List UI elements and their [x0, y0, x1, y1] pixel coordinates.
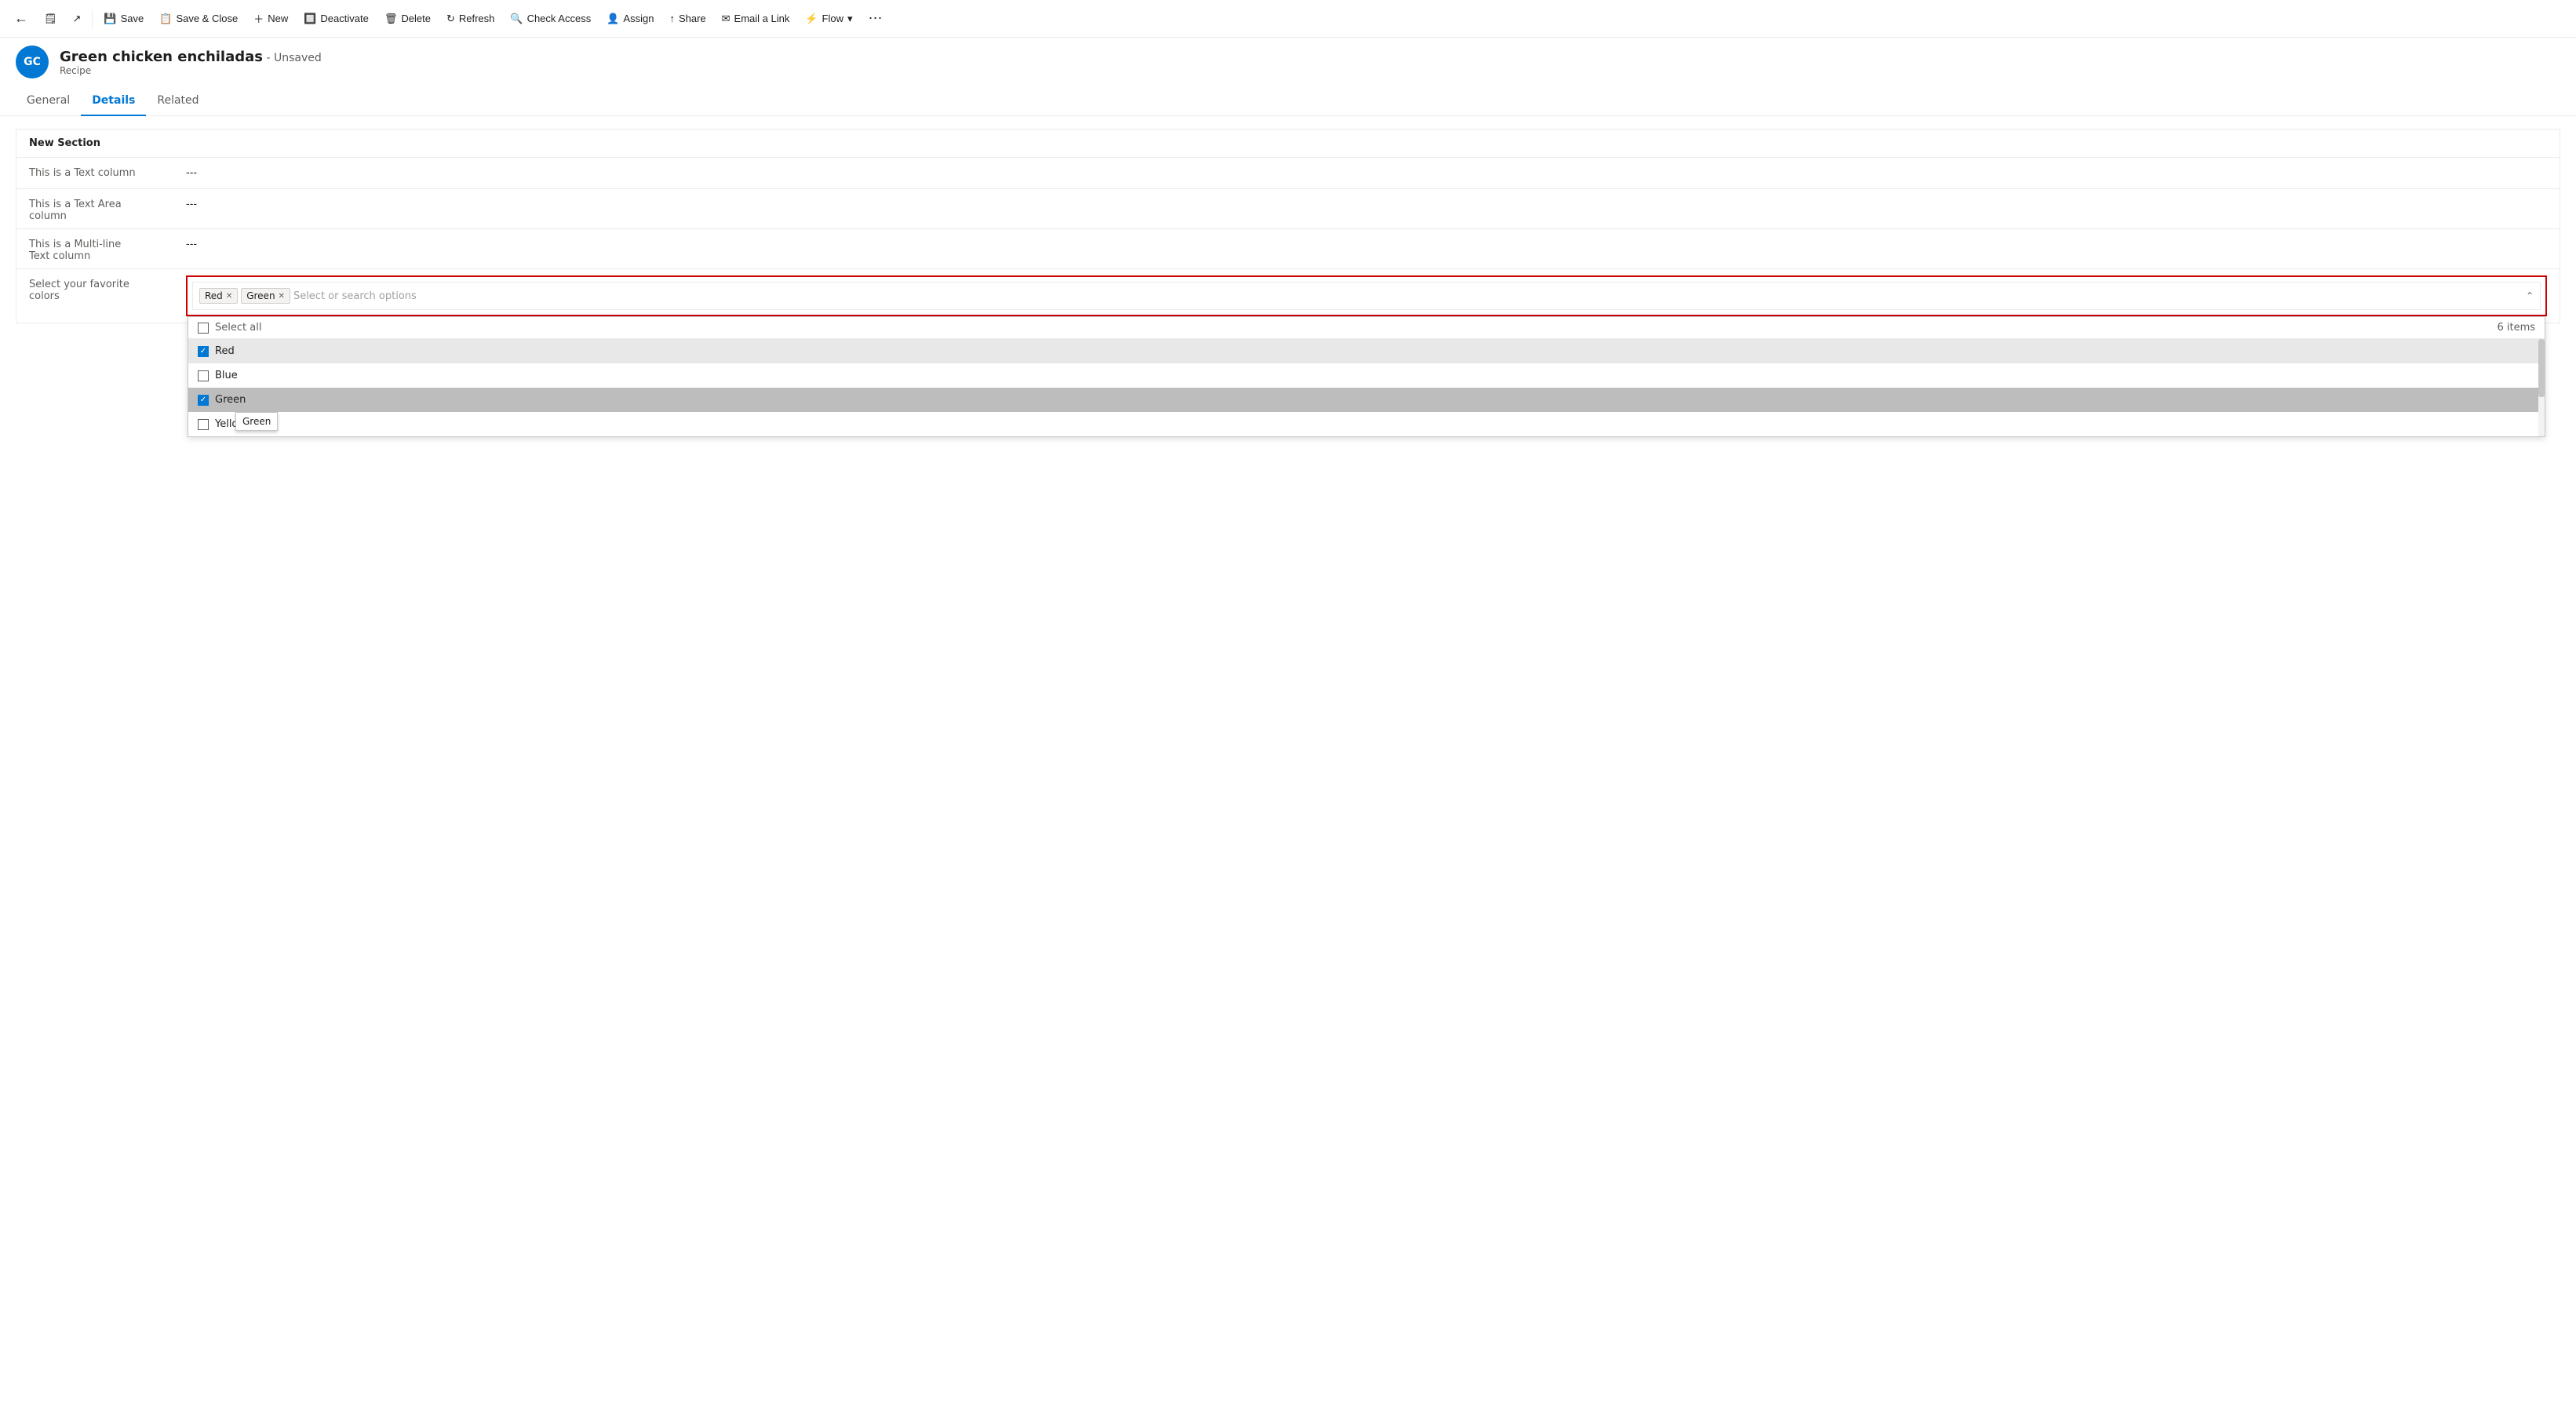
field-value-multiline: ---: [186, 235, 197, 250]
share-icon: ↑: [669, 13, 675, 24]
option-yellow[interactable]: Yellow: [188, 412, 2545, 436]
refresh-icon: ↻: [446, 13, 455, 25]
open-button[interactable]: ↗: [65, 0, 89, 37]
email-link-button[interactable]: ✉ Email a Link: [714, 0, 798, 37]
checkbox-yellow[interactable]: [198, 419, 209, 430]
select-all-label: Select all: [215, 322, 261, 334]
field-label-multiline: This is a Multi-lineText column: [29, 235, 186, 262]
more-icon: ⋯: [869, 10, 883, 26]
save-close-button[interactable]: 📋 Save & Close: [151, 0, 246, 37]
record-info: Green chicken enchiladas - Unsaved Recip…: [60, 49, 322, 76]
checkbox-blue[interactable]: [198, 370, 209, 381]
open-icon: ↗: [73, 13, 82, 25]
select-all-row[interactable]: Select all: [198, 322, 261, 334]
new-section: New Section This is a Text column --- Th…: [16, 129, 2560, 323]
field-label-colors: Select your favoritecolors: [29, 275, 186, 302]
checkbox-green[interactable]: ✓: [198, 395, 209, 406]
option-red[interactable]: ✓ Red: [188, 339, 2545, 363]
assign-button[interactable]: 👤 Assign: [599, 0, 661, 37]
divider: [92, 9, 93, 28]
delete-icon: 🗑: [384, 13, 398, 25]
record-type: Recipe: [60, 65, 322, 76]
flow-button[interactable]: ⚡ Flow ▾: [797, 0, 860, 37]
main-content: New Section This is a Text column --- Th…: [0, 129, 2576, 339]
record-title: Green chicken enchiladas: [60, 49, 263, 65]
deactivate-icon: 🔲: [304, 13, 316, 25]
search-placeholder: Select or search options: [293, 290, 417, 302]
tabs: General Details Related: [0, 86, 2576, 116]
tag-red-label: Red: [205, 290, 223, 301]
check-access-button[interactable]: 🔍 Check Access: [502, 0, 599, 37]
field-row-textarea: This is a Text Areacolumn ---: [16, 188, 2560, 228]
record-title-row: Green chicken enchiladas - Unsaved: [60, 49, 322, 65]
back-button[interactable]: ←: [6, 10, 36, 27]
checkbox-red[interactable]: ✓: [198, 346, 209, 357]
deactivate-button[interactable]: 🔲 Deactivate: [296, 0, 377, 37]
tab-general[interactable]: General: [16, 86, 81, 116]
tag-green: Green ✕: [241, 288, 290, 304]
new-icon: ＋: [253, 11, 264, 26]
avatar: GC: [16, 46, 49, 78]
refresh-button[interactable]: ↻ Refresh: [439, 0, 502, 37]
color-select-field[interactable]: Red ✕ Green ✕ Select or search options ⌃: [192, 282, 2541, 310]
scroll-thumb[interactable]: [2538, 339, 2545, 397]
scroll-track: [2538, 339, 2545, 436]
tab-details[interactable]: Details: [81, 86, 146, 116]
dropdown-panel: Select all 6 items ✓ Red: [188, 316, 2545, 437]
flow-icon: ⚡: [805, 13, 818, 25]
dropdown-header: Select all 6 items: [188, 317, 2545, 339]
option-green-label: Green: [215, 394, 246, 406]
flow-chevron-icon: ▾: [847, 13, 853, 25]
items-count: 6 items: [2497, 322, 2535, 334]
field-label-text: This is a Text column: [29, 164, 186, 179]
record-unsaved: - Unsaved: [266, 52, 321, 64]
delete-button[interactable]: 🗑 Delete: [377, 0, 439, 37]
chevron-up-icon: ⌃: [2526, 290, 2534, 301]
tab-related[interactable]: Related: [146, 86, 210, 116]
field-row-multiline: This is a Multi-lineText column ---: [16, 228, 2560, 268]
dropdown-list: ✓ Red Blue ✓ Green G: [188, 339, 2545, 436]
more-button[interactable]: ⋯: [861, 10, 891, 27]
tag-green-label: Green: [246, 290, 275, 301]
share-button[interactable]: ↑ Share: [661, 0, 713, 37]
field-row-text: This is a Text column ---: [16, 157, 2560, 188]
new-button[interactable]: ＋ New: [246, 0, 296, 37]
option-blue[interactable]: Blue: [188, 363, 2545, 388]
tag-red-close[interactable]: ✕: [226, 292, 232, 301]
option-green[interactable]: ✓ Green Green: [188, 388, 2545, 412]
option-red-label: Red: [215, 345, 235, 357]
field-row-colors: Select your favoritecolors Red ✕ Green ✕…: [16, 268, 2560, 323]
doc-icon-button[interactable]: 🗒: [36, 0, 65, 37]
record-header: GC Green chicken enchiladas - Unsaved Re…: [0, 38, 2576, 86]
field-value-textarea: ---: [186, 195, 197, 210]
field-label-textarea: This is a Text Areacolumn: [29, 195, 186, 222]
check-access-icon: 🔍: [510, 13, 523, 25]
save-icon: 💾: [104, 13, 116, 25]
color-select-area: Red ✕ Green ✕ Select or search options ⌃: [186, 275, 2547, 316]
tag-green-close[interactable]: ✕: [279, 292, 285, 301]
option-blue-label: Blue: [215, 370, 238, 381]
tooltip-green: Green: [235, 412, 278, 431]
save-close-icon: 📋: [159, 13, 172, 25]
select-all-checkbox[interactable]: [198, 323, 209, 334]
field-value-text: ---: [186, 164, 197, 179]
assign-icon: 👤: [607, 13, 619, 25]
section-title: New Section: [16, 129, 2560, 157]
email-icon: ✉: [722, 13, 731, 25]
toolbar: ← 🗒 ↗ 💾 Save 📋 Save & Close ＋ New 🔲 Deac…: [0, 0, 2576, 38]
save-button[interactable]: 💾 Save: [96, 0, 151, 37]
doc-icon: 🗒: [44, 13, 57, 25]
tag-red: Red ✕: [199, 288, 238, 304]
